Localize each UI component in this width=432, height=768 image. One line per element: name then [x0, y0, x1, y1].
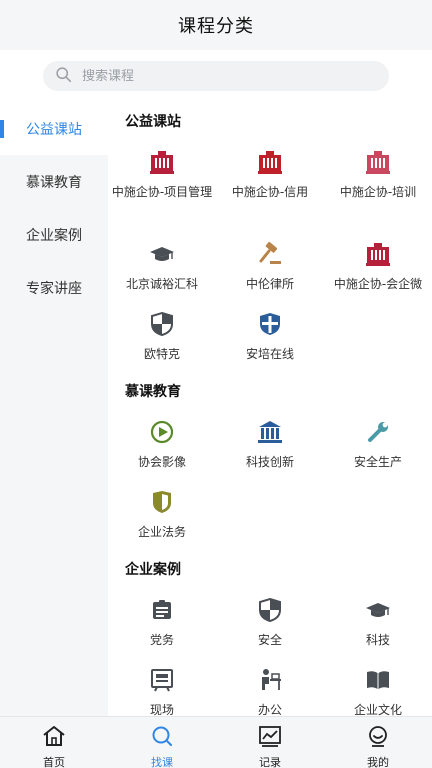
course-item[interactable]: 协会影像 — [108, 410, 216, 480]
cross-shield-icon — [257, 311, 283, 337]
badge-shield-icon — [149, 489, 175, 515]
category-content: 公益课站 中施企协-项目管理 中施企协-信用 中施企协-培训 北京诚裕汇科 中伦… — [108, 102, 432, 716]
book-icon — [365, 667, 391, 693]
bottom-tab-bar: 首页 找课 记录 我的 — [0, 716, 432, 768]
sidebar-item-qiye-anli[interactable]: 企业案例 — [0, 208, 108, 261]
section-title: 企业案例 — [125, 562, 181, 578]
graduation-cap-icon — [149, 241, 175, 267]
course-item[interactable]: 中施企协-项目管理 — [108, 140, 216, 232]
course-label: 中施企协-培训 — [339, 185, 417, 199]
course-label: 办公 — [257, 703, 282, 716]
course-item[interactable]: 办公 — [216, 658, 324, 716]
course-grid: 党务 安全 科技 现场 办公 企业文化 — [108, 588, 432, 716]
course-label: 中伦律所 — [245, 277, 294, 291]
page-title: 课程分类 — [178, 16, 254, 37]
course-item[interactable]: 党务 — [108, 588, 216, 658]
course-label: 企业文化 — [353, 703, 402, 716]
tab-label: 记录 — [259, 756, 281, 768]
play-circle-icon — [149, 419, 175, 445]
course-item[interactable]: 科技 — [324, 588, 432, 658]
id-card-icon — [149, 597, 175, 623]
search-icon — [150, 725, 174, 751]
wrench-icon — [365, 419, 391, 445]
search-icon — [55, 66, 72, 87]
course-item[interactable]: 科技创新 — [216, 410, 324, 480]
course-item[interactable]: 中施企协-会企微 — [324, 232, 432, 302]
course-grid: 协会影像 科技创新 安全生产 企业法务 — [108, 410, 432, 550]
building-icon — [365, 149, 391, 175]
course-item[interactable]: 企业法务 — [108, 480, 216, 550]
tab-records[interactable]: 记录 — [216, 717, 324, 768]
course-label: 中施企协-项目管理 — [111, 185, 213, 199]
gavel-icon — [257, 241, 283, 267]
course-item[interactable]: 中伦律所 — [216, 232, 324, 302]
course-label: 安培在线 — [245, 347, 294, 361]
building-icon — [365, 241, 391, 267]
course-item[interactable]: 欧特克 — [108, 302, 216, 372]
course-item[interactable]: 北京诚裕汇科 — [108, 232, 216, 302]
course-item[interactable]: 企业文化 — [324, 658, 432, 716]
course-label: 协会影像 — [137, 455, 186, 469]
course-label: 党务 — [149, 633, 174, 647]
course-label: 科技创新 — [245, 455, 294, 469]
course-item[interactable]: 安全 — [216, 588, 324, 658]
building-icon — [257, 149, 283, 175]
sidebar-item-zhuanjia[interactable]: 专家讲座 — [0, 261, 108, 314]
tab-label: 找课 — [151, 756, 173, 768]
course-label: 企业法务 — [137, 525, 186, 539]
course-item[interactable]: 安培在线 — [216, 302, 324, 372]
course-label: 安全 — [257, 633, 282, 647]
shield-icon — [149, 311, 175, 337]
course-label: 安全生产 — [353, 455, 402, 469]
tab-label: 我的 — [367, 756, 389, 768]
search-input[interactable] — [82, 68, 362, 84]
tab-home[interactable]: 首页 — [0, 717, 108, 768]
search-bar-area — [0, 50, 432, 102]
tab-find-course[interactable]: 找课 — [108, 717, 216, 768]
sidebar-item-muke[interactable]: 慕课教育 — [0, 155, 108, 208]
section-title: 公益课站 — [125, 114, 181, 130]
tab-label: 首页 — [43, 756, 65, 768]
sidebar-item-label: 企业案例 — [26, 227, 82, 244]
course-item[interactable]: 现场 — [108, 658, 216, 716]
top-bar: 课程分类 — [0, 0, 432, 50]
course-label: 中施企协-信用 — [231, 185, 309, 199]
course-label: 中施企协-会企微 — [333, 277, 423, 291]
course-label: 科技 — [365, 633, 390, 647]
course-label: 欧特克 — [143, 347, 180, 361]
desk-worker-icon — [257, 667, 283, 693]
user-icon — [366, 725, 390, 751]
chart-icon — [258, 725, 282, 751]
graduation-cap-icon — [365, 597, 391, 623]
course-label: 北京诚裕汇科 — [125, 277, 198, 291]
course-item[interactable]: 安全生产 — [324, 410, 432, 480]
tab-mine[interactable]: 我的 — [324, 717, 432, 768]
building-icon — [149, 149, 175, 175]
course-grid: 中施企协-项目管理 中施企协-信用 中施企协-培训 北京诚裕汇科 中伦律所 中施… — [108, 140, 432, 372]
sidebar-item-label: 慕课教育 — [26, 174, 82, 191]
sidebar-item-gongyi[interactable]: 公益课站 — [0, 102, 108, 155]
sidebar-item-label: 公益课站 — [26, 121, 82, 138]
sidebar-item-label: 专家讲座 — [26, 280, 82, 297]
course-item[interactable]: 中施企协-信用 — [216, 140, 324, 232]
search-box[interactable] — [43, 61, 389, 91]
section-title: 慕课教育 — [125, 384, 181, 400]
shield-icon — [257, 597, 283, 623]
course-label: 现场 — [149, 703, 174, 716]
site-board-icon — [149, 667, 175, 693]
bank-icon — [257, 419, 283, 445]
home-icon — [42, 725, 66, 751]
course-item[interactable]: 中施企协-培训 — [324, 140, 432, 232]
category-sidebar: 公益课站 慕课教育 企业案例 专家讲座 — [0, 102, 108, 716]
